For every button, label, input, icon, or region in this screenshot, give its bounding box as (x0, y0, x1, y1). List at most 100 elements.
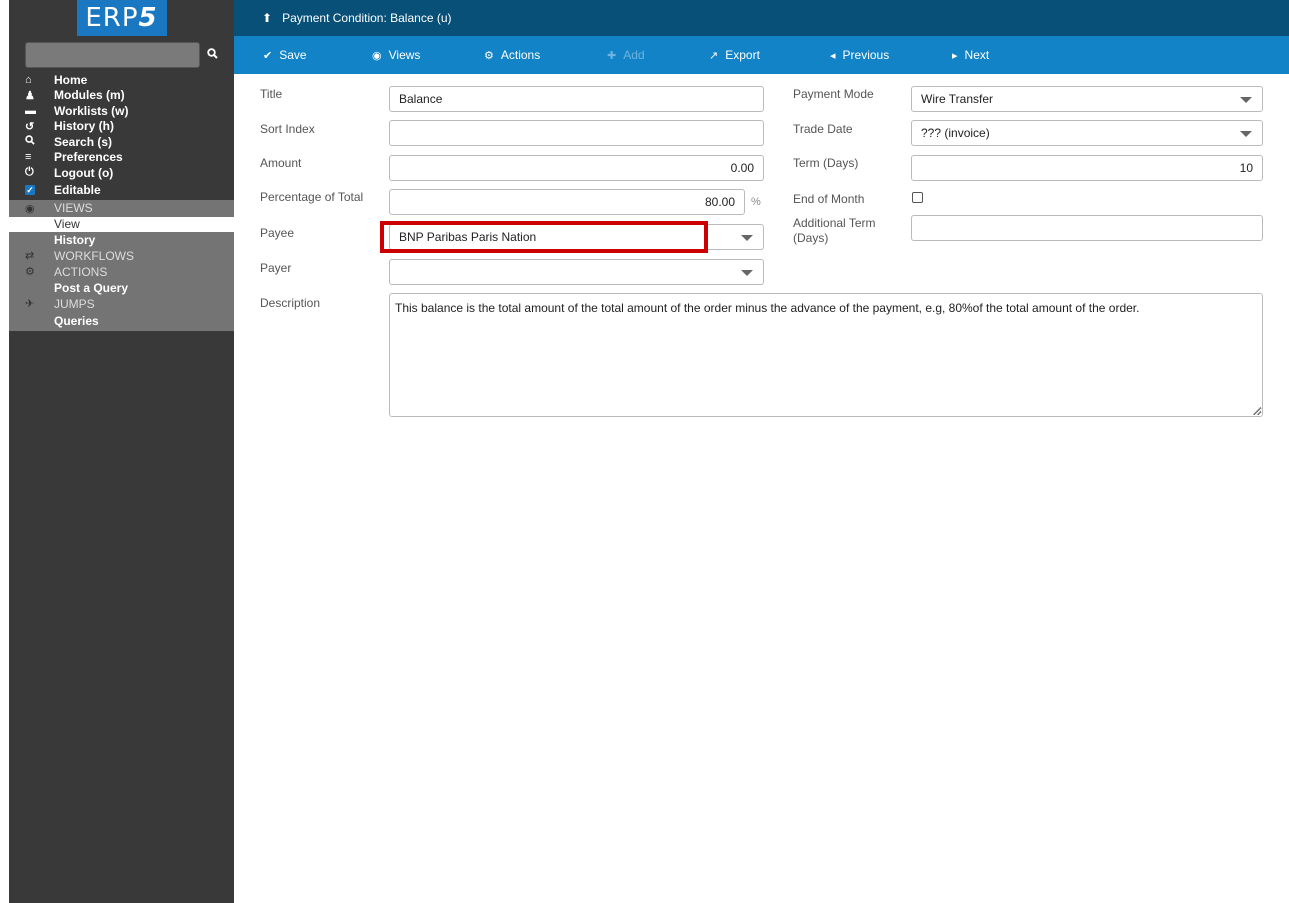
percentage-label: Percentage of Total (260, 190, 364, 204)
sidebar-item-label: Home (54, 72, 88, 87)
actions-button[interactable]: ⚙ Actions (484, 48, 540, 62)
toolbar: ✔ Save ◉ Views ⚙ Actions ✚ Add ↗ Export ◂ Prev… (234, 36, 1289, 74)
sidebar-item-label: Modules (m) (54, 88, 125, 103)
search-icon[interactable] (200, 47, 224, 62)
sidebar-item-label: Worklists (w) (54, 103, 129, 118)
check-icon: ✔ (263, 49, 273, 62)
page-title: Payment Condition: Balance (u) (282, 11, 452, 25)
logo-digit: 5 (138, 3, 158, 33)
section-label: ACTIONS (54, 264, 108, 279)
cogs-icon: ⚙ (25, 266, 35, 278)
sidebar-link-history[interactable]: History (9, 232, 234, 248)
sidebar-item-logout[interactable]: ⏻ Logout (o) (9, 165, 234, 181)
section-label: JUMPS (54, 296, 95, 311)
payer-label: Payer (260, 261, 292, 275)
sidebar-item-history[interactable]: ↺ History (h) (9, 119, 234, 135)
description-label: Description (260, 296, 321, 310)
end-of-month-checkbox[interactable] (912, 192, 923, 203)
sidebar-link-post-query[interactable]: Post a Query (9, 280, 234, 296)
term-days-input[interactable]: 10 (911, 155, 1263, 181)
cogs-icon: ⚙ (484, 49, 494, 62)
sidebar-item-search[interactable]: Search (s) (9, 134, 234, 150)
percent-unit: % (751, 196, 761, 208)
sidebar-item-worklists[interactable]: ▬ Worklists (w) (9, 103, 234, 119)
link-label: Post a Query (54, 280, 129, 295)
trade-date-value: ??? (invoice) (921, 126, 990, 140)
sidebar: ERP 5 ⌂ Home ♟ Modules (m) ▬ Worklists (w) ↺… (9, 0, 234, 903)
percentage-input[interactable]: 80.00 (389, 189, 745, 215)
section-workflows: ⇄ WORKFLOWS (9, 248, 234, 264)
amount-value: 0.00 (730, 161, 754, 175)
sliders-icon: ≡ (25, 151, 32, 164)
next-button[interactable]: ▸ Next (952, 48, 989, 62)
sidebar-item-home[interactable]: ⌂ Home (9, 72, 234, 88)
arrow-up-icon[interactable]: ⬆ (262, 11, 272, 25)
section-label: WORKFLOWS (54, 248, 134, 263)
home-icon: ⌂ (25, 73, 32, 86)
term-days-label: Term (Days) (793, 156, 859, 170)
description-textarea[interactable]: This balance is the total amount of the … (389, 293, 1263, 417)
link-label: View (54, 217, 80, 231)
logo-text: ERP (85, 3, 139, 33)
link-label: History (54, 232, 96, 247)
sidebar-item-preferences[interactable]: ≡ Preferences (9, 150, 234, 166)
views-button[interactable]: ◉ Views (372, 48, 420, 62)
section-label: VIEWS (54, 201, 93, 215)
sidebar-item-label: Preferences (54, 150, 123, 165)
previous-label: Previous (842, 48, 890, 62)
export-button[interactable]: ↗ Export (709, 48, 760, 62)
export-icon: ↗ (709, 49, 719, 62)
percentage-value: 80.00 (704, 195, 735, 209)
views-label: Views (388, 48, 421, 62)
sidebar-link-view[interactable]: View (9, 216, 234, 232)
resize-handle[interactable] (1253, 407, 1261, 415)
payment-mode-value: Wire Transfer (921, 92, 994, 106)
logo-container: ERP 5 (9, 0, 234, 38)
save-button[interactable]: ✔ Save (263, 48, 307, 62)
sidebar-item-editable[interactable]: ✓ Editable (9, 181, 234, 200)
title-label: Title (260, 87, 283, 101)
save-label: Save (279, 48, 307, 62)
term-days-value: 10 (1239, 161, 1253, 175)
inbox-icon: ▬ (25, 104, 36, 117)
checkbox-checked-icon[interactable]: ✓ (25, 185, 35, 195)
power-icon: ⏻ (25, 166, 34, 179)
sidebar-panel-group: ◉ VIEWS View History ⇄ WORKFLOWS ⚙ ACTIONS … (9, 199, 234, 331)
sidebar-search-input[interactable] (25, 41, 200, 68)
eye-icon: ◉ (25, 202, 35, 215)
payee-select[interactable]: BNP Paribas Paris Nation (389, 224, 764, 250)
sidebar-item-label: Search (s) (54, 134, 113, 149)
trade-date-label: Trade Date (793, 122, 853, 136)
puzzle-icon: ♟ (25, 89, 35, 102)
section-actions: ⚙ ACTIONS (9, 264, 234, 280)
export-label: Export (725, 48, 760, 62)
payee-value: BNP Paribas Paris Nation (399, 230, 537, 244)
payee-label: Payee (260, 226, 295, 240)
section-views: ◉ VIEWS (9, 200, 234, 217)
sidebar-item-label: Editable (54, 183, 101, 197)
previous-button[interactable]: ◂ Previous (830, 48, 889, 62)
plus-icon: ✚ (607, 49, 617, 62)
amount-input[interactable]: 0.00 (389, 155, 764, 181)
chevron-down-icon (741, 270, 753, 276)
add-button[interactable]: ✚ Add (607, 48, 645, 62)
description-value: This balance is the total amount of the … (395, 301, 1140, 315)
actions-label: Actions (500, 48, 541, 62)
chevron-down-icon (1240, 131, 1252, 137)
caret-right-icon: ▸ (952, 49, 958, 62)
sort-index-input[interactable] (389, 120, 764, 146)
sidebar-link-queries[interactable]: Queries (9, 312, 234, 331)
payment-mode-select[interactable]: Wire Transfer (911, 86, 1263, 112)
eye-icon: ◉ (372, 49, 382, 62)
history-icon: ↺ (25, 120, 35, 133)
sidebar-search (9, 38, 234, 68)
sidebar-item-modules[interactable]: ♟ Modules (m) (9, 88, 234, 104)
additional-term-input[interactable] (911, 215, 1263, 241)
search-icon (9, 135, 54, 148)
sidebar-item-label: History (h) (54, 119, 114, 134)
trade-date-select[interactable]: ??? (invoice) (911, 120, 1263, 146)
add-label: Add (623, 48, 645, 62)
erp5-logo[interactable]: ERP 5 (76, 0, 167, 36)
payer-select[interactable] (389, 259, 764, 285)
title-input[interactable]: Balance (389, 86, 764, 112)
